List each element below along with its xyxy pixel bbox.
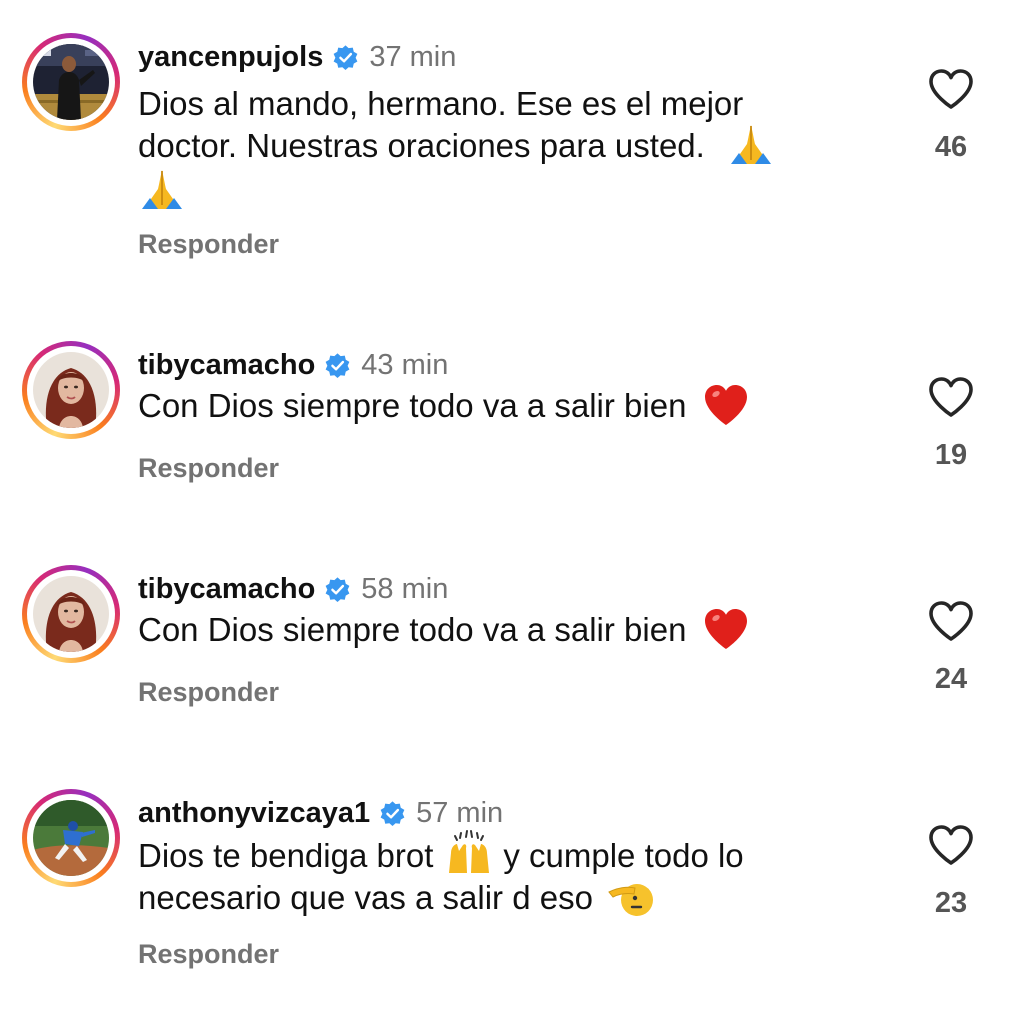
timestamp: 43 min	[361, 349, 449, 381]
timestamp: 37 min	[369, 41, 457, 73]
avatar[interactable]	[33, 576, 109, 652]
like-count: 46	[934, 131, 968, 163]
comment-text-line: Con Dios siempre todo va a salir bien	[138, 387, 687, 424]
reply-button[interactable]: Responder	[138, 939, 279, 970]
comment-text: Dios te bendiga brot y cumple todo lo nec…	[138, 835, 868, 922]
comment-text: Con Dios siempre todo va a salir bien	[138, 385, 868, 429]
comment-text-line: necesario que vas a salir d eso	[138, 879, 593, 917]
comment-header: tibycamacho 58 min	[138, 573, 448, 606]
saluting-face-icon	[607, 874, 655, 922]
avatar-story-ring[interactable]	[22, 341, 120, 439]
comment-text-line: y cumple todo lo	[503, 837, 744, 874]
heart-outline-icon[interactable]	[926, 599, 976, 643]
red-heart-icon	[702, 605, 750, 653]
comment-item: yancenpujols 37 min Dios al mando, herma…	[0, 33, 1024, 293]
comment-text-line: Dios al mando, hermano. Ese es el mejor	[138, 85, 744, 122]
comment-text-line: doctor. Nuestras oraciones para usted.	[138, 127, 705, 164]
comment-header: yancenpujols 37 min	[138, 41, 456, 74]
comment-header: tibycamacho 43 min	[138, 349, 448, 382]
comment-header: anthonyvizcaya1 57 min	[138, 797, 503, 830]
reply-button[interactable]: Responder	[138, 453, 279, 484]
username[interactable]: anthonyvizcaya1	[138, 797, 370, 830]
comment-item: tibycamacho 43 min Con Dios siempre todo…	[0, 341, 1024, 501]
verified-badge-icon	[324, 352, 351, 379]
folded-hands-icon	[727, 120, 775, 168]
folded-hands-icon	[138, 165, 186, 213]
comment-text: Con Dios siempre todo va a salir bien	[138, 609, 868, 653]
comment-text: Dios al mando, hermano. Ese es el mejor …	[138, 83, 868, 213]
like-count: 24	[934, 663, 968, 695]
comment-text-line: Dios te bendiga brot	[138, 837, 434, 874]
like-count: 19	[934, 439, 968, 471]
username[interactable]: yancenpujols	[138, 41, 323, 74]
username[interactable]: tibycamacho	[138, 573, 315, 606]
verified-badge-icon	[332, 44, 359, 71]
heart-outline-icon[interactable]	[926, 823, 976, 867]
avatar[interactable]	[33, 800, 109, 876]
reply-button[interactable]: Responder	[138, 229, 279, 260]
raising-hands-icon	[445, 829, 493, 877]
timestamp: 58 min	[361, 573, 449, 605]
comment-item: anthonyvizcaya1 57 min Dios te bendiga b…	[0, 789, 1024, 989]
verified-badge-icon	[324, 576, 351, 603]
username[interactable]: tibycamacho	[138, 349, 315, 382]
avatar-story-ring[interactable]	[22, 565, 120, 663]
comment-text-line: Con Dios siempre todo va a salir bien	[138, 611, 687, 648]
reply-button[interactable]: Responder	[138, 677, 279, 708]
avatar[interactable]	[33, 352, 109, 428]
comment-item: tibycamacho 58 min Con Dios siempre todo…	[0, 565, 1024, 725]
heart-outline-icon[interactable]	[926, 375, 976, 419]
timestamp: 57 min	[416, 797, 504, 829]
like-count: 23	[934, 887, 968, 919]
verified-badge-icon	[379, 800, 406, 827]
red-heart-icon	[702, 381, 750, 429]
avatar[interactable]	[33, 44, 109, 120]
heart-outline-icon[interactable]	[926, 67, 976, 111]
avatar-story-ring[interactable]	[22, 789, 120, 887]
avatar-story-ring[interactable]	[22, 33, 120, 131]
